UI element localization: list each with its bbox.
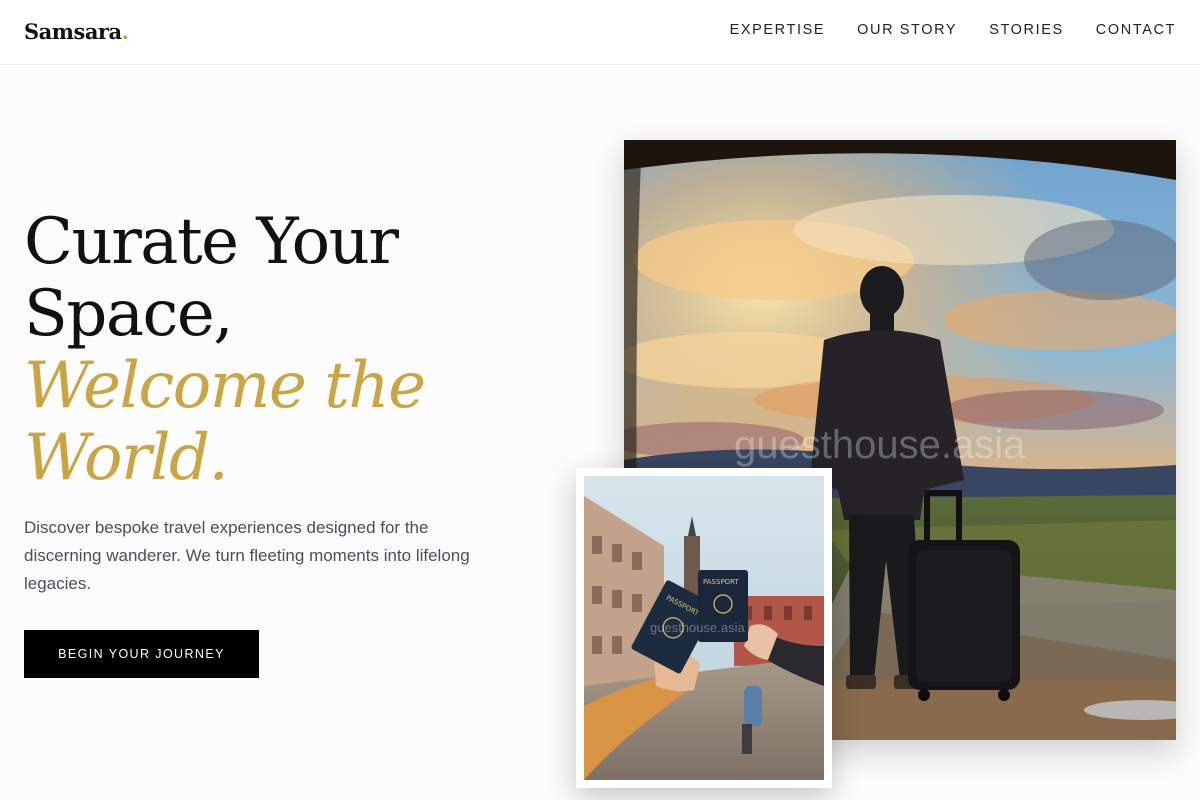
passport-label-right: PASSPORT [703, 578, 740, 586]
hero-title-accent-line-1: Welcome the [24, 349, 426, 423]
main-image-watermark: guesthouse.asia [734, 423, 1026, 467]
begin-journey-button[interactable]: BEGIN YOUR JOURNEY [24, 630, 259, 678]
inset-image-frame: PASSPORT PASSPORT guesthouse.asia [576, 468, 832, 788]
inset-image-watermark: guesthouse.asia [650, 620, 745, 635]
hero-title-accent-line-2: World. [24, 421, 229, 495]
main-nav: EXPERTISE OUR STORY STORIES CONTACT [730, 22, 1176, 38]
nav-link-stories[interactable]: STORIES [989, 22, 1064, 38]
brand-logo[interactable]: Samsara. [24, 19, 129, 44]
hero-title-line-2: Space, [24, 277, 234, 351]
nav-link-our-story[interactable]: OUR STORY [857, 22, 957, 38]
inset-image: PASSPORT PASSPORT guesthouse.asia [584, 476, 824, 780]
brand-name: Samsara [24, 19, 122, 44]
hero-description: Discover bespoke travel experiences desi… [24, 518, 470, 593]
hero-title-line-1: Curate Your [24, 205, 399, 279]
hero-title: Curate Your Space, Welcome the World. [24, 206, 544, 494]
site-header: Samsara. EXPERTISE OUR STORY STORIES CON… [0, 0, 1200, 65]
nav-link-expertise[interactable]: EXPERTISE [730, 22, 826, 38]
brand-dot: . [121, 19, 129, 44]
nav-link-contact[interactable]: CONTACT [1096, 22, 1176, 38]
